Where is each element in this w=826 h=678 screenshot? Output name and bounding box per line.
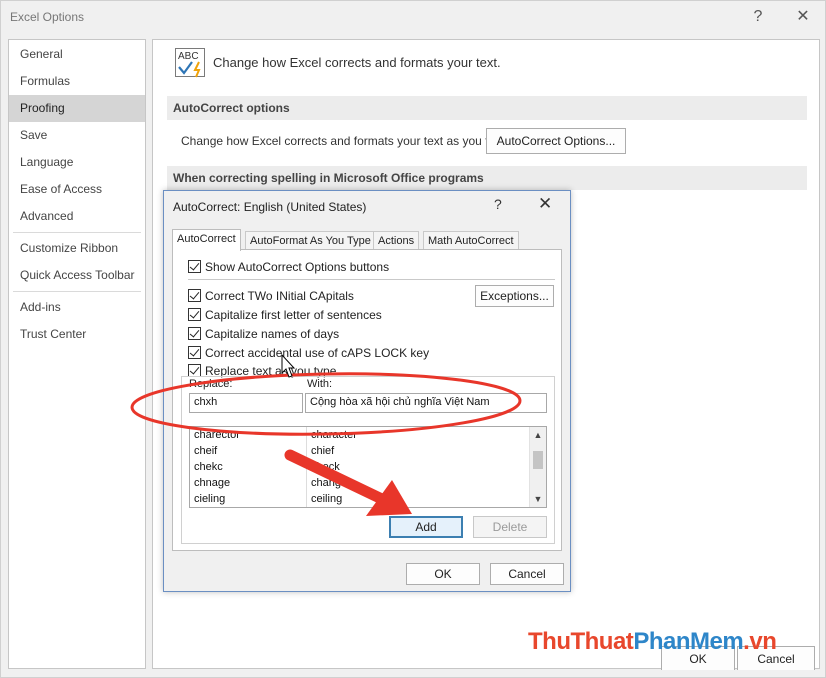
list-item[interactable]: charector character [190,427,530,443]
dialog-cancel-button[interactable]: Cancel [490,563,564,585]
entry-with: chief [306,443,530,459]
scroll-thumb[interactable] [533,451,543,469]
help-button[interactable]: ? [746,6,770,28]
sidebar-item-add-ins[interactable]: Add-ins [9,294,145,321]
sidebar-item-advanced[interactable]: Advanced [9,203,145,230]
dialog-ok-button[interactable]: OK [406,563,480,585]
autocorrect-options-button[interactable]: AutoCorrect Options... [486,128,626,154]
sidebar-item-trust-center[interactable]: Trust Center [9,321,145,348]
divider [188,279,555,280]
checkbox-checked-icon [188,346,201,359]
correct-caps-lock-checkbox[interactable]: Correct accidental use of cAPS LOCK key [188,346,429,362]
autocorrect-entries-list[interactable]: charector character cheif chief chekc check… [189,426,547,508]
entry-replace: chnage [194,477,231,489]
correct-two-initial-capitals-checkbox[interactable]: Correct TWo INitial CApitals [188,289,354,305]
sidebar-divider [13,291,141,292]
entry-with: change [306,475,530,491]
scroll-up-icon[interactable]: ▲ [530,427,546,443]
tab-math-autocorrect[interactable]: Math AutoCorrect [423,231,519,250]
window-title: Excel Options [10,10,85,24]
replace-input[interactable]: chxh [189,393,303,413]
list-item[interactable]: cheif chief [190,443,530,459]
checkbox-label: Capitalize first letter of sentences [205,308,382,322]
window-close-button[interactable]: ✕ [791,6,815,28]
dialog-help-button[interactable]: ? [494,196,502,212]
entry-with: check [306,459,530,475]
list-scrollbar[interactable]: ▲ ▼ [529,427,546,507]
delete-button[interactable]: Delete [473,516,547,538]
entry-with: ceiling [306,491,530,507]
watermark-part: .vn [743,628,777,655]
watermark-logo: ThuThuatPhanMem.vn [528,628,777,656]
checkbox-label: Correct accidental use of cAPS LOCK key [205,346,430,360]
checkbox-checked-icon [188,260,201,273]
checkbox-label: Correct TWo INitial CApitals [205,289,354,303]
sidebar-item-customize-ribbon[interactable]: Customize Ribbon [9,235,145,262]
tab-autoformat-as-you-type[interactable]: AutoFormat As You Type [245,231,376,250]
entry-with: character [306,427,530,443]
abc-check-icon: ABC [175,48,207,78]
tab-actions[interactable]: Actions [373,231,420,250]
add-button[interactable]: Add [389,516,463,538]
watermark-part: PhanMem [633,628,744,655]
sidebar-item-ease-of-access[interactable]: Ease of Access [9,176,145,203]
checkbox-label: Capitalize names of days [205,327,340,341]
checkbox-checked-icon [188,327,201,340]
tab-autocorrect[interactable]: AutoCorrect [172,229,241,251]
show-autocorrect-buttons-checkbox[interactable]: Show AutoCorrect Options buttons [188,260,389,276]
sidebar-divider [13,232,141,233]
autocorrect-dialog: AutoCorrect: English (United States) ? ✕… [163,190,571,592]
sidebar-item-quick-access-toolbar[interactable]: Quick Access Toolbar [9,262,145,289]
list-item[interactable]: chekc check [190,459,530,475]
spelling-section: When correcting spelling in Microsoft Of… [167,166,807,190]
entry-replace: charector [194,429,240,441]
autocorrect-description: Change how Excel corrects and formats yo… [181,134,512,148]
entry-replace: chekc [194,461,223,473]
watermark-part: ThuThuat [528,628,634,655]
entry-replace: cieling [194,493,226,505]
checkbox-checked-icon [188,289,201,302]
checkbox-checked-icon [188,308,201,321]
with-input[interactable]: Cộng hòa xã hội chủ nghĩa Việt Nam [305,393,547,413]
checkbox-label: Show AutoCorrect Options buttons [205,260,390,274]
sidebar-item-language[interactable]: Language [9,149,145,176]
capitalize-first-letter-checkbox[interactable]: Capitalize first letter of sentences [188,308,382,324]
entry-replace: cheif [194,445,218,457]
exceptions-button[interactable]: Exceptions... [475,285,554,307]
dialog-close-button[interactable]: ✕ [538,194,552,214]
sidebar-item-proofing[interactable]: Proofing [9,95,145,122]
autocorrect-options-section: AutoCorrect options [167,96,807,120]
autocorrect-tab-panel: Show AutoCorrect Options buttons Correct… [172,249,562,551]
scroll-down-icon[interactable]: ▼ [530,491,546,507]
sidebar-item-general[interactable]: General [9,41,145,68]
page-header-text: Change how Excel corrects and formats yo… [213,55,501,70]
sidebar-item-save[interactable]: Save [9,122,145,149]
capitalize-names-of-days-checkbox[interactable]: Capitalize names of days [188,327,339,343]
dialog-title: AutoCorrect: English (United States) [173,200,367,214]
list-item[interactable]: cieling ceiling [190,491,530,507]
sidebar-item-formulas[interactable]: Formulas [9,68,145,95]
header-icon-text: ABC [178,51,199,62]
title-bar: Excel Options ? ✕ [1,1,825,33]
with-label: With: [307,378,333,390]
list-item[interactable]: chnage change [190,475,530,491]
sidebar: General Formulas Proofing Save Language … [8,39,146,669]
replace-label: Replace: [189,378,233,390]
